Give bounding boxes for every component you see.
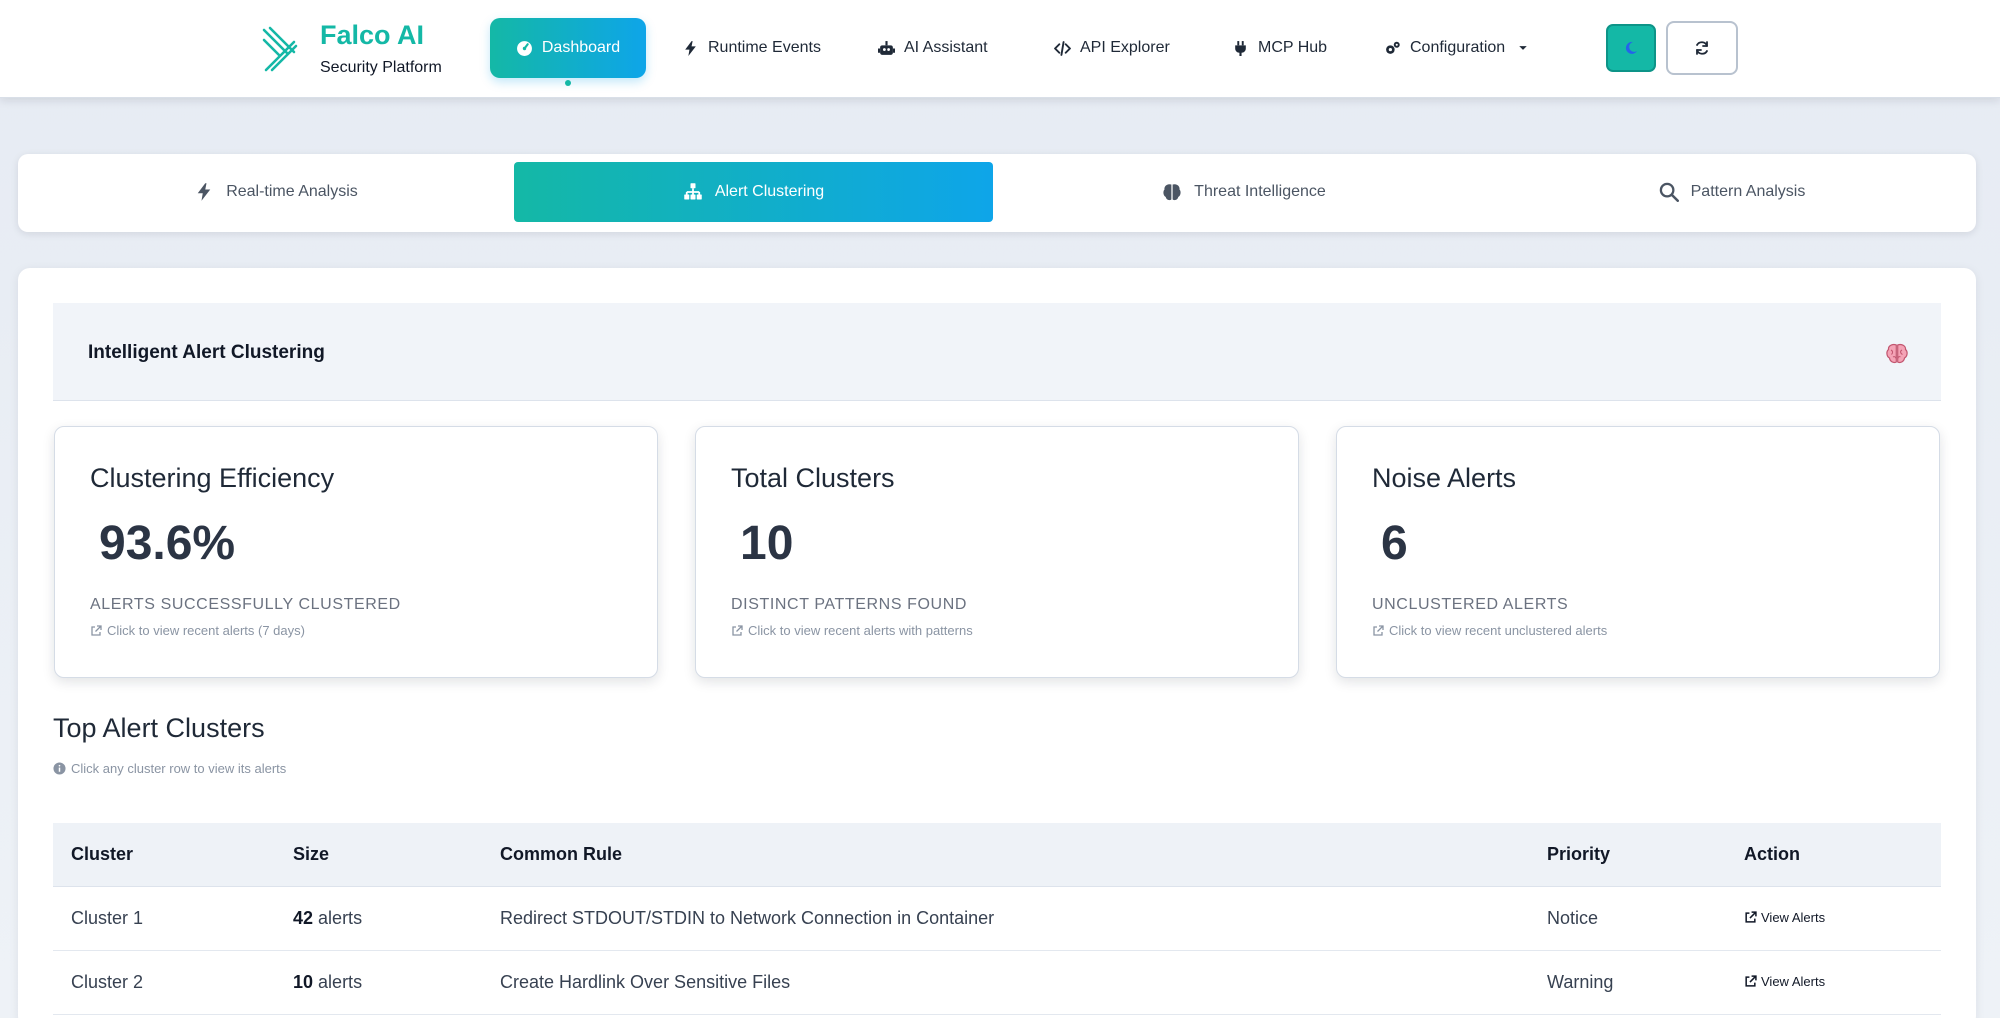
tab-real-time-analysis[interactable]: Real-time Analysis	[36, 162, 516, 222]
clusters-hint: Click any cluster row to view its alerts	[53, 761, 286, 776]
column-header-cluster: Cluster	[71, 844, 134, 864]
gears-icon	[1386, 41, 1400, 54]
column-header-action: Action	[1744, 844, 1800, 864]
stat-value: 10	[740, 517, 794, 570]
section-title: Intelligent Alert Clustering	[88, 342, 325, 363]
clusters-hint-text: Click any cluster row to view its alerts	[71, 761, 287, 776]
cell-common-rule: Create Hardlink Over Sensitive Files	[500, 972, 791, 992]
stat-title: Total Clusters	[731, 463, 895, 493]
tab-threat-intelligence[interactable]: Threat Intelligence	[1004, 162, 1484, 222]
stat-title: Noise Alerts	[1372, 463, 1517, 493]
cell-cluster: Cluster 2	[71, 972, 144, 992]
bolt-icon	[197, 183, 211, 201]
table-row[interactable]: Cluster 2 10 alerts Create Hardlink Over…	[53, 951, 1941, 1015]
table-header: Cluster Size Common Rule Priority Action	[53, 823, 1941, 887]
nav-configuration[interactable]: Configuration	[1384, 18, 1528, 78]
theme-toggle-button[interactable]	[1606, 24, 1656, 72]
refresh-button[interactable]	[1666, 21, 1738, 75]
cell-common-rule: Redirect STDOUT/STDIN to Network Connect…	[500, 908, 995, 928]
code-icon	[1054, 40, 1071, 56]
nav-configuration-label: Configuration	[1410, 39, 1506, 56]
tab-label: Pattern Analysis	[1690, 183, 1806, 200]
external-link-icon	[1745, 911, 1757, 923]
stat-link[interactable]: Click to view recent unclustered alerts	[1372, 623, 1607, 638]
top-navbar: Falco AI Security Platform Dashboard Run…	[0, 0, 2000, 98]
size-unit: alerts	[318, 972, 363, 992]
stat-label: DISTINCT PATTERNS FOUND	[731, 596, 968, 613]
view-alerts-label: View Alerts	[1761, 974, 1826, 989]
brand-name: Falco AI	[320, 20, 425, 50]
external-link-icon	[732, 624, 743, 636]
external-link-icon	[1373, 624, 1384, 636]
falco-logo-icon	[262, 26, 298, 72]
info-icon	[53, 762, 66, 775]
clusters-title: Top Alert Clusters	[53, 713, 265, 743]
sitemap-icon	[684, 183, 702, 200]
stat-link-text: Click to view recent alerts with pattern…	[748, 623, 973, 638]
tab-label: Threat Intelligence	[1194, 183, 1326, 200]
section-header: Intelligent Alert Clustering	[53, 303, 1941, 401]
stat-value: 93.6%	[99, 517, 236, 570]
cell-size: 42 alerts	[293, 908, 362, 929]
plug-icon	[1235, 40, 1246, 56]
brain-icon	[1163, 184, 1181, 201]
view-alerts-label: View Alerts	[1761, 910, 1826, 925]
bolt-icon	[685, 40, 696, 56]
clusters-table: Cluster Size Common Rule Priority Action…	[53, 823, 1941, 1015]
nav-dashboard[interactable]: Dashboard	[490, 18, 646, 78]
stat-card-clustering-efficiency[interactable]: Clustering Efficiency 93.6% ALERTS SUCCE…	[54, 426, 658, 678]
tab-label: Real-time Analysis	[226, 183, 358, 200]
table-row[interactable]: Cluster 1 42 alerts Redirect STDOUT/STDI…	[53, 887, 1941, 951]
external-link-icon	[1745, 975, 1757, 987]
refresh-icon	[1696, 41, 1708, 55]
nav-ai-assistant[interactable]: AI Assistant	[878, 18, 988, 78]
stat-label: ALERTS SUCCESSFULLY CLUSTERED	[90, 596, 401, 613]
robot-icon	[878, 40, 895, 55]
tab-alert-clustering[interactable]: Alert Clustering	[514, 162, 993, 222]
column-header-priority: Priority	[1547, 844, 1611, 864]
brain-icon	[1886, 343, 1908, 364]
alert-clustering-panel: Intelligent Alert Clustering Clustering …	[18, 268, 1976, 1018]
tab-pattern-analysis[interactable]: Pattern Analysis	[1492, 162, 1972, 222]
nav-api-explorer-label: API Explorer	[1080, 39, 1170, 56]
nav-ai-assistant-label: AI Assistant	[904, 39, 988, 56]
brand[interactable]: Falco AI Security Platform	[258, 18, 458, 80]
nav-runtime-events-label: Runtime Events	[708, 39, 821, 56]
stat-title: Clustering Efficiency	[90, 463, 335, 493]
column-header-common-rule: Common Rule	[500, 844, 623, 864]
view-alerts-link[interactable]: View Alerts	[1744, 974, 1825, 989]
tab-label: Alert Clustering	[714, 183, 825, 200]
nav-mcp-hub[interactable]: MCP Hub	[1232, 18, 1327, 78]
cell-size: 10 alerts	[293, 972, 362, 993]
moon-icon	[1625, 41, 1637, 54]
cell-cluster: Cluster 1	[71, 908, 144, 928]
stat-value: 6	[1381, 517, 1408, 570]
stat-link-text: Click to view recent alerts (7 days)	[107, 623, 305, 638]
stat-label: UNCLUSTERED ALERTS	[1372, 596, 1569, 613]
nav-mcp-hub-label: MCP Hub	[1258, 39, 1328, 56]
caret-down-icon	[1519, 46, 1527, 50]
nav-runtime-events[interactable]: Runtime Events	[682, 18, 821, 78]
stat-card-noise-alerts[interactable]: Noise Alerts 6 UNCLUSTERED ALERTS Click …	[1336, 426, 1940, 678]
nav-api-explorer[interactable]: API Explorer	[1054, 18, 1170, 78]
search-icon	[1659, 182, 1679, 202]
stat-link[interactable]: Click to view recent alerts (7 days)	[90, 623, 305, 638]
active-indicator	[565, 80, 571, 86]
column-header-size: Size	[293, 844, 330, 864]
stat-card-total-clusters[interactable]: Total Clusters 10 DISTINCT PATTERNS FOUN…	[695, 426, 1299, 678]
stat-link[interactable]: Click to view recent alerts with pattern…	[731, 623, 973, 638]
analysis-tabbar: Real-time Analysis Alert Clustering Thre…	[18, 154, 1976, 232]
view-alerts-link[interactable]: View Alerts	[1744, 910, 1825, 925]
size-count: 42	[293, 908, 314, 928]
gauge-icon	[516, 40, 532, 56]
external-link-icon	[91, 624, 102, 636]
nav-dashboard-label: Dashboard	[541, 39, 621, 56]
stat-link-text: Click to view recent unclustered alerts	[1389, 623, 1608, 638]
size-count: 10	[293, 972, 314, 992]
cell-priority: Notice	[1547, 908, 1599, 928]
brand-subtitle: Security Platform	[320, 59, 442, 76]
cell-priority: Warning	[1547, 972, 1614, 992]
size-unit: alerts	[318, 908, 363, 928]
